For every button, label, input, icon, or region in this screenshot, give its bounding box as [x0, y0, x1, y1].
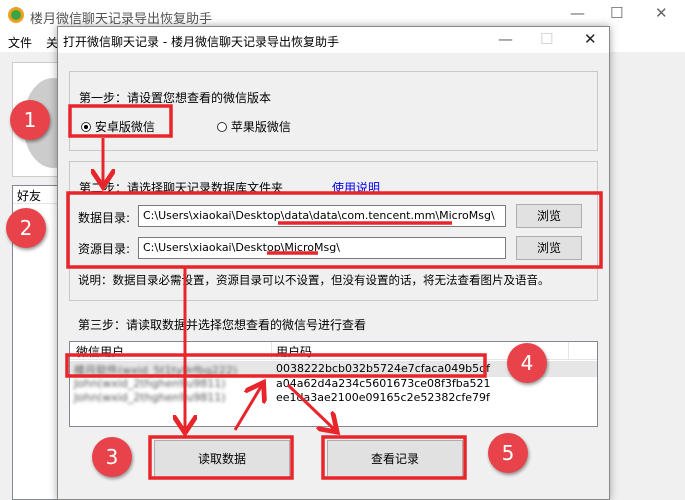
dialog-minimize-icon[interactable]: —	[498, 30, 513, 48]
open-chat-dialog: 打开微信聊天记录 - 楼月微信聊天记录导出恢复助手 — ☐ ✕ 第一步：请设置您…	[57, 26, 610, 500]
step1-group: 第一步：请设置您想查看的微信版本 安卓版微信 苹果版微信	[69, 71, 598, 151]
step-marker-2: 2	[6, 208, 46, 248]
minimize-icon[interactable]: —	[570, 4, 585, 22]
radio-checked-icon	[81, 122, 91, 132]
main-window-title: 楼月微信聊天记录导出恢复助手	[30, 12, 213, 27]
friends-header: 好友	[13, 186, 59, 204]
res-dir-label: 资源目录:	[78, 242, 131, 256]
view-records-button[interactable]: 查看记录	[327, 440, 463, 478]
step1-label: 第一步：请设置您想查看的微信版本	[79, 91, 272, 105]
menu-file[interactable]: 文件	[8, 34, 32, 51]
read-data-button[interactable]: 读取数据	[154, 440, 290, 478]
row-user: John(wxid_2thghen9u9811)	[74, 377, 226, 390]
row-code: a04a62d4a234c5601673ce08f3fba521	[276, 377, 491, 390]
step2-label: 第二步：请选择聊天记录数据库文件夹	[79, 181, 284, 195]
radio-android-label: 安卓版微信	[94, 120, 155, 134]
row-user: 楼月软件(wxid_5t1ty9rfbg222)	[74, 364, 238, 377]
dialog-close-icon[interactable]: ✕	[584, 30, 597, 48]
browse-res-button[interactable]: 浏览	[516, 236, 582, 260]
browse-data-button[interactable]: 浏览	[516, 204, 582, 228]
radio-unchecked-icon	[217, 122, 227, 132]
close-icon[interactable]: ✕	[655, 4, 668, 22]
step-marker-3: 3	[92, 437, 132, 477]
row-code: 0038222bcb032b5724e7cfaca049b5df	[276, 362, 491, 375]
note-text: 说明：数据目录必需设置，资源目录可以不设置，但没有设置的话，将无法查看图片及语音…	[78, 273, 550, 287]
row-user: John(wxid_2thghen9u9811)	[74, 391, 226, 404]
dialog-title: 打开微信聊天记录 - 楼月微信聊天记录导出恢复助手	[63, 35, 339, 49]
app-logo-icon	[8, 7, 24, 23]
step-marker-5: 5	[488, 433, 528, 473]
data-dir-label: 数据目录:	[78, 211, 131, 225]
radio-ios[interactable]: 苹果版微信	[217, 118, 291, 135]
column-code[interactable]: 用户码	[276, 343, 312, 360]
table-row[interactable]: John(wxid_2thghen9u9811) ee1da3ae2100e09…	[70, 391, 597, 405]
maximize-icon[interactable]: ☐	[610, 4, 623, 22]
step2-group: 第二步：请选择聊天记录数据库文件夹 使用说明 数据目录: C:\Users\xi…	[69, 161, 598, 301]
help-link[interactable]: 使用说明	[332, 179, 380, 196]
radio-android[interactable]: 安卓版微信	[81, 118, 155, 135]
step3-label: 第三步：请读取数据并选择您想查看的微信号进行查看	[78, 318, 367, 332]
column-user[interactable]: 微信用户	[76, 343, 124, 360]
data-dir-input[interactable]: C:\Users\xiaokai\Desktop\data\data\com.t…	[138, 205, 506, 227]
row-code: ee1da3ae2100e09165c2e52382cfe79f	[276, 391, 490, 404]
step-marker-1: 1	[10, 100, 50, 140]
dialog-title-bar: 打开微信聊天记录 - 楼月微信聊天记录导出恢复助手 — ☐ ✕	[58, 27, 609, 53]
dialog-maximize-icon: ☐	[540, 30, 554, 48]
res-dir-input[interactable]: C:\Users\xiaokai\Desktop\MicroMsg\	[138, 237, 506, 259]
radio-ios-label: 苹果版微信	[230, 120, 291, 134]
step-marker-4: 4	[507, 343, 547, 383]
